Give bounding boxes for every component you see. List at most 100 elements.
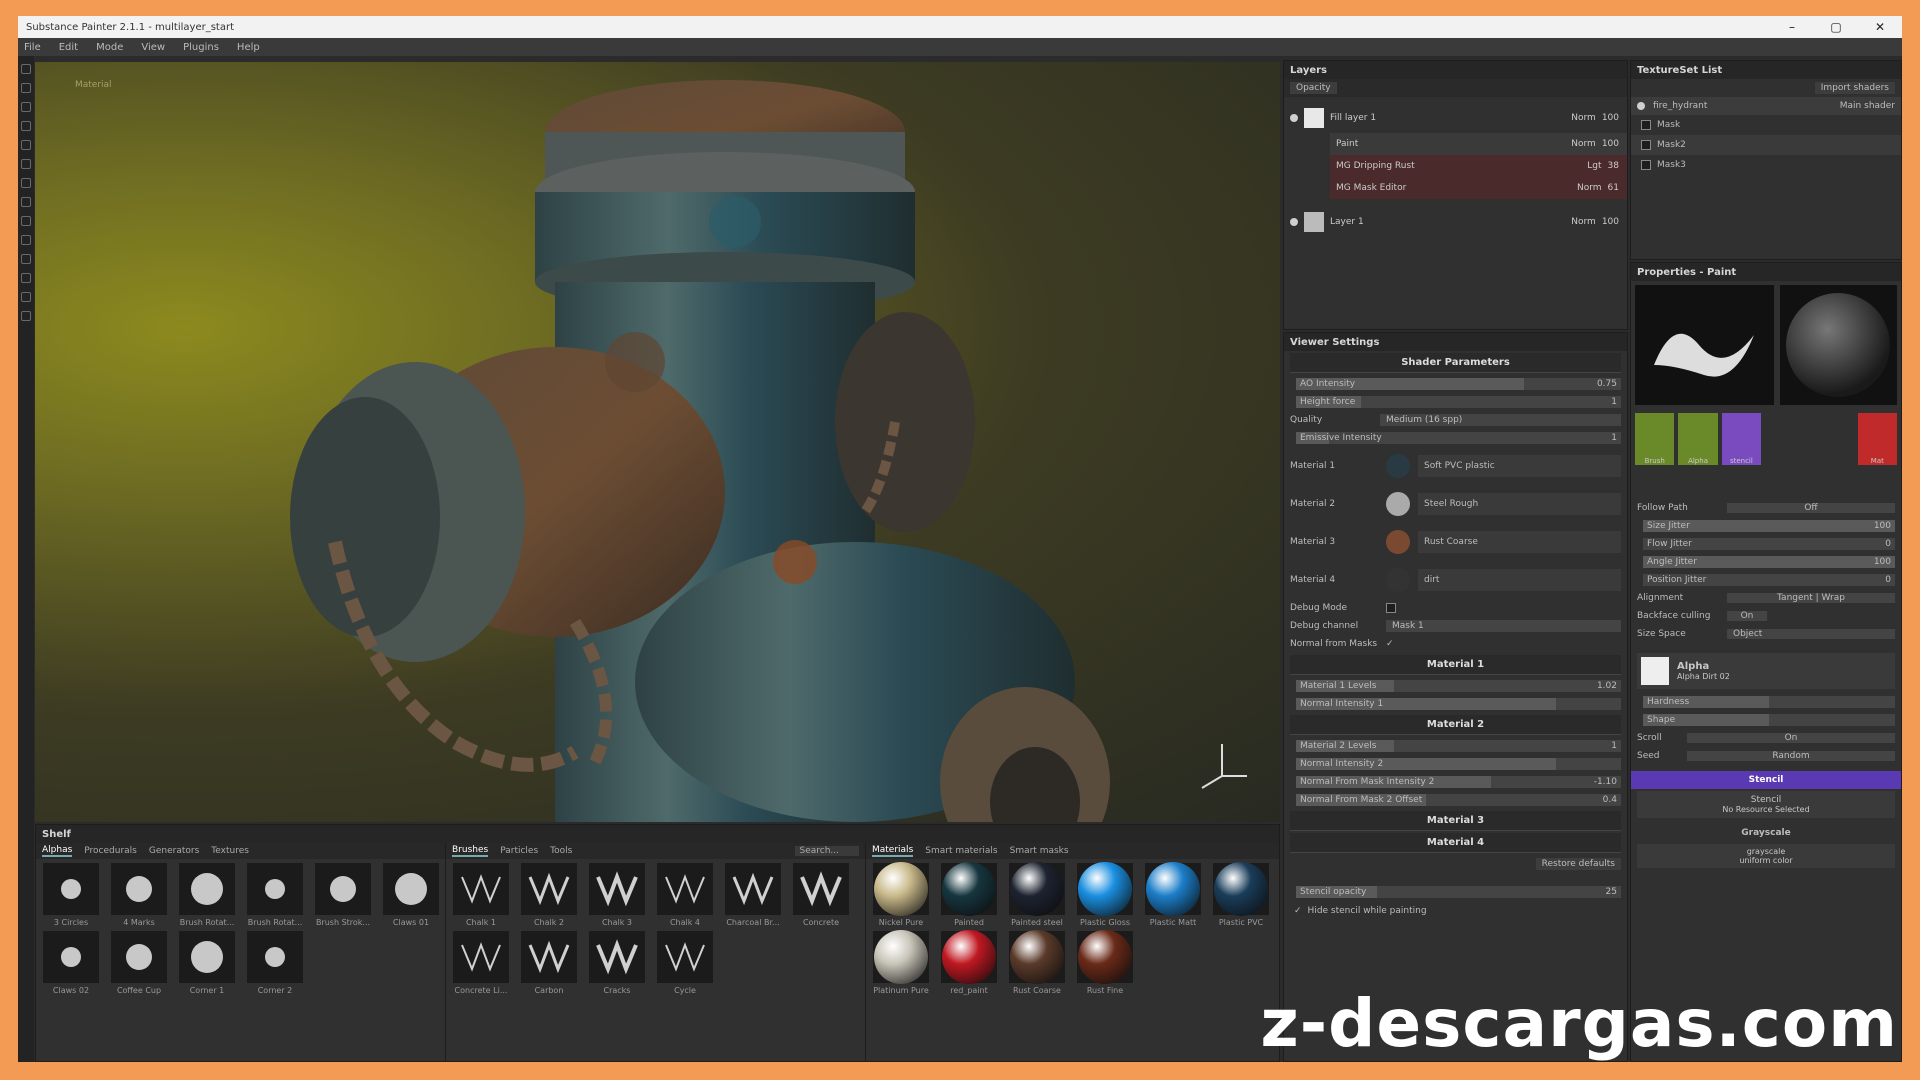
alpha-item[interactable]: Brush Strok... bbox=[312, 863, 374, 927]
brush-item[interactable]: Chalk 2 bbox=[518, 863, 580, 927]
material-item[interactable]: Plastic PVC bbox=[1210, 862, 1272, 927]
row-value[interactable]: Off bbox=[1727, 503, 1895, 513]
flow-jitter-row[interactable]: Flow Jitter 0 bbox=[1631, 535, 1901, 553]
stencil-opacity-slider[interactable]: Stencil opacity 25 bbox=[1284, 883, 1627, 901]
tab-tools[interactable]: Tools bbox=[550, 846, 572, 856]
material-name[interactable]: Rust Coarse bbox=[1418, 531, 1621, 553]
grayscale-header[interactable]: Grayscale bbox=[1631, 824, 1901, 842]
polygon-fill-icon[interactable] bbox=[21, 121, 31, 131]
export-tool-icon[interactable] bbox=[21, 311, 31, 321]
menu-view[interactable]: View bbox=[141, 42, 165, 53]
debug-mode-checkbox[interactable] bbox=[1386, 603, 1396, 613]
paint-tool-icon[interactable] bbox=[21, 64, 31, 74]
alpha-item[interactable]: Coffee Cup bbox=[108, 931, 170, 995]
material-1-levels[interactable]: Material 1 Levels 1.02 bbox=[1284, 677, 1627, 695]
render-tool-icon[interactable] bbox=[21, 292, 31, 302]
checkmark-icon[interactable]: ✓ bbox=[1386, 639, 1394, 649]
brush-search-input[interactable]: Search... bbox=[795, 846, 859, 856]
material-slot[interactable]: Material 4 dirt bbox=[1284, 561, 1627, 599]
eye-icon[interactable] bbox=[1290, 218, 1298, 226]
projection-tool-icon[interactable] bbox=[21, 102, 31, 112]
normal-mask-offset-2[interactable]: Normal From Mask 2 Offset 0.4 bbox=[1284, 791, 1627, 809]
normal-intensity-2[interactable]: Normal Intensity 2 bbox=[1284, 755, 1627, 773]
maximize-button[interactable]: ▢ bbox=[1814, 20, 1858, 34]
brush-item[interactable]: Charcoal Br... bbox=[722, 863, 784, 927]
alpha-item[interactable]: 3 Circles bbox=[40, 863, 102, 927]
eye-icon[interactable] bbox=[1637, 102, 1645, 110]
textureset-item[interactable]: fire_hydrant Main shader bbox=[1631, 97, 1901, 115]
material-slot[interactable]: Mat bbox=[1857, 413, 1897, 465]
alignment-row[interactable]: Alignment Tangent | Wrap bbox=[1631, 589, 1901, 607]
brush-item[interactable]: Chalk 1 bbox=[450, 863, 512, 927]
alpha-item[interactable]: Corner 1 bbox=[176, 931, 238, 995]
quality-dropdown[interactable]: Quality Medium (16 spp) bbox=[1284, 411, 1627, 429]
material-item[interactable]: Painted bbox=[938, 862, 1000, 927]
mask-item[interactable]: Mask bbox=[1631, 115, 1901, 135]
text-tool-icon[interactable] bbox=[21, 216, 31, 226]
alpha-item[interactable]: Claws 01 bbox=[380, 863, 442, 927]
brush-item[interactable]: Chalk 3 bbox=[586, 863, 648, 927]
shape-slider[interactable]: Shape bbox=[1631, 711, 1901, 729]
effect-item[interactable]: MG Mask Editor Norm 61 bbox=[1330, 177, 1627, 199]
normal-mask-intensity-2[interactable]: Normal From Mask Intensity 2 -1.10 bbox=[1284, 773, 1627, 791]
debug-mode-row[interactable]: Debug Mode bbox=[1284, 599, 1627, 617]
tab-alphas[interactable]: Alphas bbox=[42, 845, 73, 857]
restore-defaults-button[interactable]: Restore defaults bbox=[1535, 858, 1621, 870]
alpha-slot[interactable]: Alpha bbox=[1678, 413, 1718, 465]
alpha-item[interactable]: Brush Rotat... bbox=[176, 863, 238, 927]
material-name[interactable]: Steel Rough bbox=[1418, 493, 1621, 515]
checkmark-icon[interactable]: ✓ bbox=[1294, 906, 1302, 916]
material-name[interactable]: dirt bbox=[1418, 569, 1621, 591]
display-tool-icon[interactable] bbox=[21, 273, 31, 283]
seed-row[interactable]: Seed Random bbox=[1631, 747, 1901, 765]
import-shaders-button[interactable]: Import shaders bbox=[1814, 82, 1895, 94]
height-force-slider[interactable]: Height force 1 bbox=[1284, 393, 1627, 411]
mask-checkbox[interactable] bbox=[1641, 160, 1651, 170]
material-item[interactable]: Plastic Matt bbox=[1142, 862, 1204, 927]
effect-item[interactable]: Paint Norm 100 bbox=[1330, 133, 1627, 155]
camera-tool-icon[interactable] bbox=[21, 254, 31, 264]
menu-plugins[interactable]: Plugins bbox=[183, 42, 219, 53]
menu-file[interactable]: File bbox=[24, 42, 41, 53]
grayscale-resource[interactable]: grayscale uniform color bbox=[1637, 844, 1895, 868]
debug-channel-dropdown[interactable]: Mask 1 bbox=[1386, 620, 1621, 632]
material-1-section[interactable]: Material 1 bbox=[1290, 655, 1621, 675]
tab-materials[interactable]: Materials bbox=[872, 845, 914, 857]
material-item[interactable]: Rust Fine bbox=[1074, 930, 1136, 995]
close-button[interactable]: ✕ bbox=[1858, 20, 1902, 34]
material-2-levels[interactable]: Material 2 Levels 1 bbox=[1284, 737, 1627, 755]
material-item[interactable]: Plastic Gloss bbox=[1074, 862, 1136, 927]
alpha-item[interactable]: Brush Rotat... bbox=[244, 863, 306, 927]
normal-from-masks-row[interactable]: Normal from Masks ✓ bbox=[1284, 635, 1627, 653]
minimize-button[interactable]: – bbox=[1770, 20, 1814, 34]
material-4-section[interactable]: Material 4 bbox=[1290, 833, 1621, 853]
3d-viewport[interactable]: Material bbox=[35, 62, 1280, 822]
stencil-slot[interactable]: stencil bbox=[1721, 413, 1762, 465]
backface-row[interactable]: Backface culling On bbox=[1631, 607, 1901, 625]
tab-smart-materials[interactable]: Smart materials bbox=[925, 846, 997, 856]
layer-item[interactable]: Layer 1 Norm 100 bbox=[1284, 207, 1627, 237]
follow-path-row[interactable]: Follow Path Off bbox=[1631, 499, 1901, 517]
menu-edit[interactable]: Edit bbox=[59, 42, 78, 53]
brush-slot[interactable]: Brush bbox=[1635, 413, 1675, 465]
menu-mode[interactable]: Mode bbox=[96, 42, 123, 53]
tab-brushes[interactable]: Brushes bbox=[452, 845, 489, 857]
quality-value[interactable]: Medium (16 spp) bbox=[1380, 414, 1621, 426]
brush-item[interactable]: Cracks bbox=[586, 931, 648, 995]
row-value[interactable]: On bbox=[1727, 611, 1767, 621]
size-space-row[interactable]: Size Space Object bbox=[1631, 625, 1901, 643]
brush-item[interactable]: Cycle bbox=[654, 931, 716, 995]
row-value[interactable]: Random bbox=[1687, 751, 1895, 761]
material-item[interactable]: Nickel Pure bbox=[870, 862, 932, 927]
picker-tool-icon[interactable] bbox=[21, 178, 31, 188]
row-value[interactable]: Object bbox=[1727, 629, 1895, 639]
alpha-resource[interactable]: Alpha Alpha Dirt 02 bbox=[1637, 653, 1895, 689]
effect-item[interactable]: MG Dripping Rust Lgt 38 bbox=[1330, 155, 1627, 177]
alpha-item[interactable]: 4 Marks bbox=[108, 863, 170, 927]
brush-item[interactable]: Carbon bbox=[518, 931, 580, 995]
scroll-row[interactable]: Scroll On bbox=[1631, 729, 1901, 747]
material-slot[interactable]: Material 2 Steel Rough bbox=[1284, 485, 1627, 523]
smudge-tool-icon[interactable] bbox=[21, 140, 31, 150]
tab-smart-masks[interactable]: Smart masks bbox=[1010, 846, 1069, 856]
material-item[interactable]: Rust Coarse bbox=[1006, 930, 1068, 995]
